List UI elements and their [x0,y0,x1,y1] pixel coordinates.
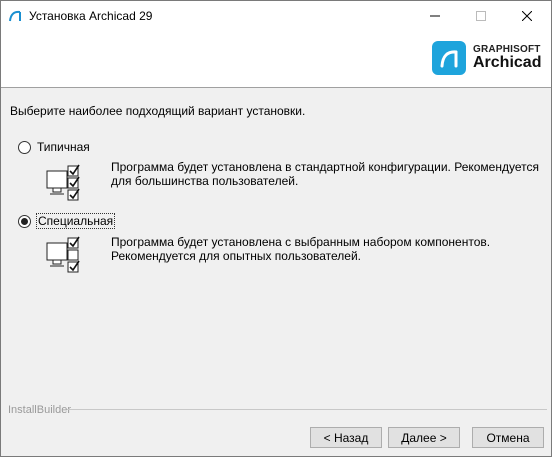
close-icon [522,11,532,21]
custom-description: Программа будет установлена с выбранным … [111,235,490,263]
minimize-button[interactable] [412,1,458,31]
radio-custom-label[interactable]: Специальная [36,213,116,229]
radio-typical-label[interactable]: Типичная [36,140,91,154]
installer-header: GRAPHISOFT Archicad [1,31,551,88]
footer-divider [67,409,547,410]
title-bar: Установка Archicad 29 [1,1,551,31]
maximize-button[interactable] [458,1,504,31]
typical-description: Программа будет установлена в стандартно… [111,160,539,188]
typical-components-icon [46,164,80,201]
archicad-logo-icon [440,50,458,68]
typical-description-line2: для большинства пользователей. [111,174,299,188]
radio-custom[interactable]: Специальная [18,213,116,229]
custom-description-line1: Программа будет установлена с выбранным … [111,235,491,249]
maximize-icon [476,11,486,21]
logo-product-text: Archicad [473,54,542,71]
typical-description-line1: Программа будет установлена в стандартно… [111,160,539,174]
next-button[interactable]: Далее > [388,427,460,448]
radio-circle[interactable] [18,140,31,154]
window-title: Установка Archicad 29 [29,9,153,23]
custom-components-icon [46,236,80,273]
archicad-logo [432,41,466,75]
cancel-button[interactable]: Отмена [472,427,544,448]
archicad-app-icon [9,10,21,22]
back-button[interactable]: < Назад [310,427,382,448]
minimize-icon [430,15,440,17]
instruction-text: Выберите наиболее подходящий вариант уст… [10,104,306,118]
installbuilder-label: InstallBuilder [8,404,71,416]
radio-typical[interactable]: Типичная [18,140,91,154]
installer-window: Установка Archicad 29 GRAPHISOFT Archica… [0,0,552,457]
radio-circle-selected[interactable] [18,214,31,228]
custom-description-line2: Рекомендуется для опытных пользователей. [111,249,362,263]
close-button[interactable] [504,1,550,31]
